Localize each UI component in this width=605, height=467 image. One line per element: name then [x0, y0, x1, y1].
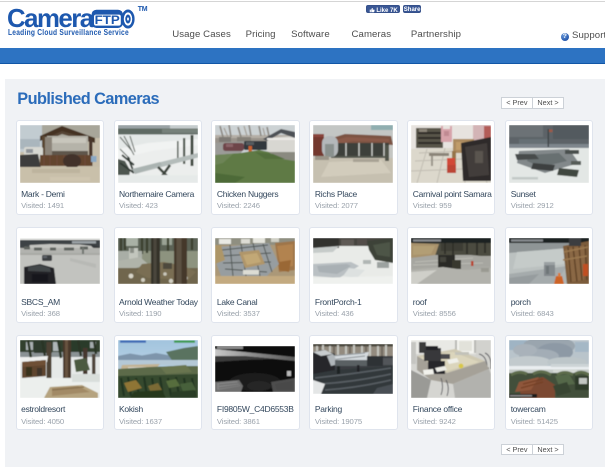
- svg-text:TM: TM: [138, 6, 148, 13]
- svg-text:FTP: FTP: [95, 15, 121, 27]
